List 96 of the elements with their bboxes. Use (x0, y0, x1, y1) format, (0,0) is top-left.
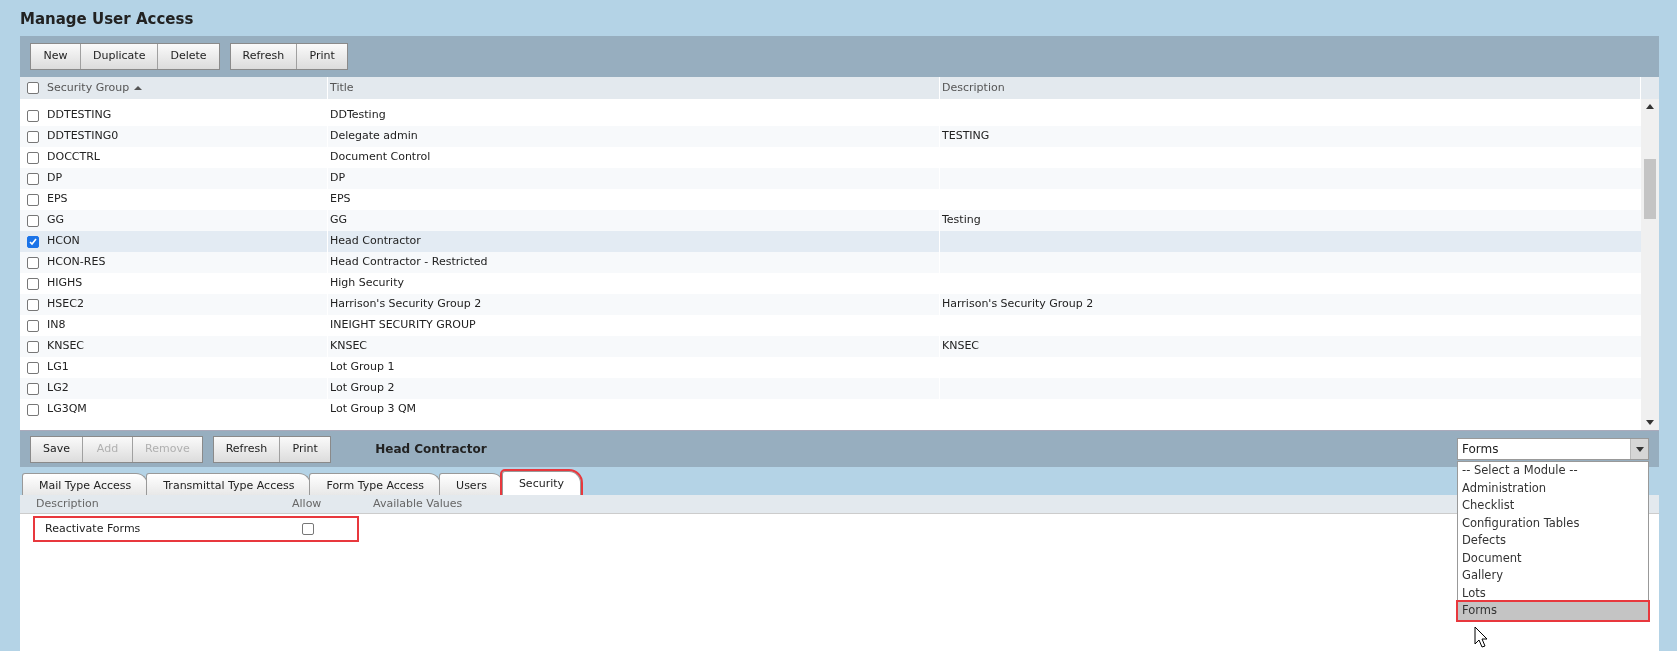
column-header[interactable]: Security Group (45, 77, 328, 99)
toolbar-button[interactable]: Print (297, 44, 348, 69)
table-cell: HCON (47, 233, 80, 250)
dropdown-option[interactable]: Document (1458, 549, 1648, 567)
table-row[interactable]: DP DP (20, 168, 1641, 189)
dropdown-option[interactable]: Defects (1458, 532, 1648, 550)
checkbox[interactable] (302, 523, 314, 535)
dropdown-option[interactable]: Gallery (1458, 567, 1648, 585)
column-header: Available Values (373, 495, 464, 512)
tab[interactable]: Form Type Access (309, 473, 442, 495)
setting-label: Reactivate Forms (45, 520, 142, 537)
dropdown-button[interactable] (1630, 439, 1648, 459)
checkbox[interactable] (26, 235, 39, 248)
checkbox[interactable] (26, 340, 39, 353)
table-cell: KNSEC (330, 338, 368, 355)
checkbox[interactable] (26, 193, 39, 206)
tab[interactable]: Mail Type Access (22, 473, 149, 495)
table-cell: KNSEC (47, 338, 85, 355)
table-cell: INEIGHT SECURITY GROUP (330, 317, 476, 334)
toolbar-button[interactable]: Duplicate (81, 44, 159, 69)
table-row[interactable]: KNSEC KNSEC KNSEC (20, 336, 1641, 357)
checkbox[interactable] (26, 172, 39, 185)
table-cell: Testing (942, 213, 981, 227)
dropdown-option[interactable]: -- Select a Module -- (1458, 462, 1648, 480)
table-cell: DDTESTING0 (47, 128, 119, 145)
checkbox[interactable] (26, 319, 39, 332)
table-row[interactable]: DDTESTING0 Delegate admin TESTING (20, 126, 1641, 147)
table-cell: Harrison's Security Group 2 (942, 297, 1094, 311)
table-cell: Delegate admin (330, 128, 418, 145)
table-cell: HSEC2 (47, 296, 84, 313)
toolbar-button[interactable]: Refresh (213, 436, 281, 462)
column-header: Allow (292, 495, 323, 512)
table-cell: DP (47, 170, 63, 187)
checkbox[interactable] (26, 214, 39, 227)
dropdown-option[interactable]: Lots (1458, 584, 1648, 602)
table-cell: IN8 (47, 317, 66, 334)
table-cell: KNSEC (942, 339, 980, 353)
table-cell: DDTesting (330, 107, 386, 124)
column-header[interactable]: Description (940, 77, 1641, 99)
caret-icon (1635, 446, 1644, 452)
column-header: Description (36, 495, 100, 512)
checkbox[interactable] (26, 151, 39, 164)
table-cell: DP (330, 170, 346, 187)
toolbar-button[interactable]: New (31, 44, 81, 69)
table-cell: Lot Group 2 (330, 380, 395, 397)
checkbox[interactable] (26, 298, 39, 311)
table-cell: Document Control (330, 149, 431, 166)
checkbox[interactable] (26, 82, 39, 94)
table-cell: HIGHS (47, 275, 83, 292)
table-cell: GG (330, 212, 348, 229)
table-row[interactable]: HCON Head Contractor (20, 231, 1641, 252)
table-cell: EPS (330, 191, 351, 208)
checkbox[interactable] (26, 256, 39, 269)
toolbar-button[interactable]: Print (280, 436, 331, 462)
mouse-cursor-icon (1474, 625, 1488, 648)
table-cell: TESTING (942, 129, 990, 143)
toolbar-button[interactable]: Refresh (230, 44, 298, 69)
dropdown-option[interactable]: Administration (1458, 479, 1648, 497)
toolbar-button[interactable]: Delete (158, 44, 219, 69)
scrollbar-thumb[interactable] (1644, 159, 1656, 219)
table-cell: GG (47, 212, 65, 229)
table-row[interactable]: HCON-RES Head Contractor - Restricted (20, 252, 1641, 273)
table-cell: Lot Group 3 QM (330, 401, 417, 418)
scroll-up-icon[interactable] (1646, 103, 1654, 109)
tab[interactable]: Transmittal Type Access (146, 473, 312, 495)
dropdown-option[interactable]: Configuration Tables (1458, 514, 1648, 532)
record-heading: Head Contractor (375, 441, 487, 458)
table-row[interactable]: HSEC2 Harrison's Security Group 2 Harrison's Security Group 2 (20, 294, 1641, 315)
table-row[interactable]: LG2 Lot Group 2 (20, 378, 1641, 399)
setting-row[interactable]: Reactivate Forms (35, 518, 357, 540)
table-cell: Harrison's Security Group 2 (330, 296, 482, 313)
table-cell: High Security (330, 275, 404, 292)
module-select[interactable]: Forms (1457, 438, 1649, 460)
checkbox[interactable] (26, 109, 39, 122)
table-row[interactable]: GG GG Testing (20, 210, 1641, 231)
dropdown-option[interactable]: Checklist (1458, 497, 1648, 515)
table-cell: Lot Group 1 (330, 359, 395, 376)
table-cell: LG3QM (47, 401, 87, 418)
table-cell: DOCCTRL (47, 149, 100, 166)
table-cell: LG1 (47, 359, 69, 376)
table-cell: Head Contractor (330, 233, 421, 250)
tab[interactable]: Security (501, 471, 582, 495)
table-cell: HCON-RES (47, 254, 106, 271)
toolbar-button[interactable]: Save (31, 436, 83, 462)
checkbox[interactable] (26, 382, 39, 395)
table-cell: EPS (47, 191, 68, 208)
checkbox[interactable] (26, 361, 39, 374)
table-cell: DDTESTING (47, 107, 112, 124)
page-title: Manage User Access (19, 8, 195, 30)
checkbox[interactable] (26, 277, 39, 290)
column-header[interactable]: Title (328, 77, 940, 99)
table-cell: Head Contractor - Restricted (330, 254, 488, 271)
checkbox[interactable] (26, 130, 39, 143)
scroll-down-icon[interactable] (1646, 420, 1654, 426)
table-cell: LG2 (47, 380, 69, 397)
checkbox[interactable] (26, 403, 39, 416)
